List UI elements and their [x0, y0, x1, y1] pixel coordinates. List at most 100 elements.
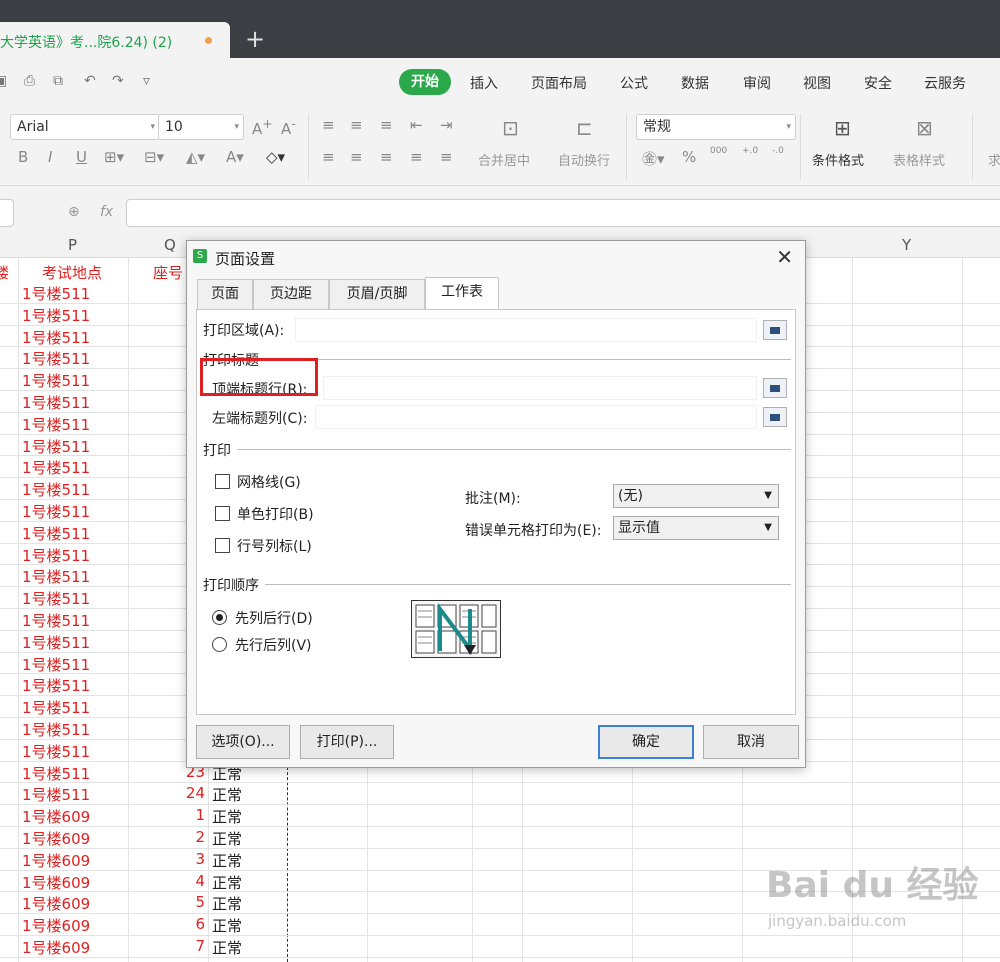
menu-review[interactable]: 审阅	[743, 73, 771, 93]
undo-icon[interactable]: ↶	[84, 73, 96, 89]
cell-exam-location[interactable]: 1号楼511	[22, 675, 90, 696]
cell-exam-location[interactable]: 1号楼609	[22, 937, 90, 958]
quick-access-more-icon[interactable]: ▿	[143, 73, 150, 89]
close-icon[interactable]: ✕	[776, 245, 793, 269]
cell-exam-location[interactable]: 1号楼609	[22, 806, 90, 827]
currency-icon[interactable]: ㊎▾	[642, 148, 665, 169]
cell-exam-location[interactable]: 1号楼511	[22, 523, 90, 544]
decrease-font-icon[interactable]: A-	[281, 116, 296, 138]
cell-status[interactable]: 正常	[212, 893, 242, 914]
cell-exam-location[interactable]: 1号楼511	[22, 327, 90, 348]
column-header-q[interactable]: Q	[164, 236, 176, 254]
thousands-separator-icon[interactable]: 000	[710, 146, 727, 156]
cell-exam-location[interactable]: 1号楼511	[22, 632, 90, 653]
italic-button[interactable]: I	[48, 148, 52, 166]
fx-icon[interactable]: fx	[100, 204, 113, 220]
header-cell-exam-location[interactable]: 考试地点	[42, 262, 102, 283]
cell-exam-location[interactable]: 1号楼511	[22, 719, 90, 740]
decrease-decimal-icon[interactable]: -.0	[772, 146, 784, 156]
cell-exam-location[interactable]: 1号楼511	[22, 392, 90, 413]
cell-exam-location[interactable]: 1号楼511	[22, 545, 90, 566]
cell-status[interactable]: 正常	[212, 850, 242, 871]
merge-center-button[interactable]: 合并居中	[478, 150, 530, 169]
cell-exam-location[interactable]: 1号楼511	[22, 348, 90, 369]
increase-font-icon[interactable]: A+	[252, 116, 273, 138]
error-cells-select[interactable]: 显示值 ▼	[613, 516, 779, 540]
conditional-format-button[interactable]: 条件格式	[812, 150, 864, 169]
cell-status[interactable]: 正常	[212, 872, 242, 893]
cell-exam-location[interactable]: 1号楼511	[22, 763, 90, 784]
cell-exam-location[interactable]: 1号楼511	[22, 588, 90, 609]
range-picker-icon[interactable]	[763, 320, 787, 340]
sum-button[interactable]: 求	[988, 150, 1000, 169]
document-tab[interactable]: 大学英语》考...院6.24) (2)	[0, 22, 230, 58]
cell-exam-location[interactable]: 1号楼609	[22, 872, 90, 893]
cell-seat-number[interactable]: 5	[155, 893, 205, 911]
print-area-input[interactable]	[295, 318, 757, 342]
cell-seat-number[interactable]: 1	[155, 806, 205, 824]
align-right-icon[interactable]: ≡	[380, 148, 393, 166]
new-tab-button[interactable]: +	[245, 27, 265, 51]
cancel-button[interactable]: 取消	[703, 725, 799, 759]
print-icon[interactable]: ⎙	[24, 73, 35, 89]
font-color-icon[interactable]: A▾	[226, 148, 244, 166]
top-rows-input[interactable]	[323, 376, 757, 400]
cell-status[interactable]: 正常	[212, 806, 242, 827]
redo-icon[interactable]: ↷	[112, 73, 124, 89]
cell-exam-location[interactable]: 1号楼609	[22, 915, 90, 936]
wrap-text-icon[interactable]: ⊏	[576, 116, 593, 140]
column-header-y[interactable]: Y	[902, 236, 911, 254]
font-name-select[interactable]: Arial ▾	[10, 114, 160, 140]
underline-button[interactable]: U	[76, 148, 87, 166]
cell-status[interactable]: 正常	[212, 915, 242, 936]
cell-seat-number[interactable]: 2	[155, 828, 205, 846]
distribute-icon[interactable]: ≡	[440, 148, 453, 166]
cell-status[interactable]: 正常	[212, 937, 242, 958]
increase-decimal-icon[interactable]: +.0	[742, 146, 758, 156]
indent-increase-icon[interactable]: ⇥	[440, 116, 453, 134]
cell-status[interactable]: 正常	[212, 828, 242, 849]
cell-exam-location[interactable]: 1号楼511	[22, 654, 90, 675]
cell-exam-location[interactable]: 1号楼609	[22, 850, 90, 871]
cell-exam-location[interactable]: 1号楼511	[22, 741, 90, 762]
gridlines-checkbox[interactable]	[215, 474, 230, 489]
options-button[interactable]: 选项(O)...	[196, 725, 290, 759]
cell-seat-number[interactable]: 24	[155, 784, 205, 802]
fill-color-icon[interactable]: ◭▾	[186, 148, 205, 166]
header-cell-seat[interactable]: 座号	[153, 262, 183, 283]
cell-seat-number[interactable]: 6	[155, 915, 205, 933]
menu-data[interactable]: 数据	[681, 73, 709, 93]
print-preview-icon[interactable]: ⧉	[53, 73, 63, 89]
cell-exam-location[interactable]: 1号楼511	[22, 436, 90, 457]
cell-exam-location[interactable]: 1号楼609	[22, 828, 90, 849]
cell-exam-location[interactable]: 1号楼511	[22, 566, 90, 587]
justify-icon[interactable]: ≡	[410, 148, 423, 166]
merge-center-icon[interactable]: ⊡	[502, 116, 519, 140]
table-style-icon[interactable]: ⊠	[916, 116, 933, 140]
percent-button[interactable]: %	[682, 148, 696, 166]
menu-view[interactable]: 视图	[803, 73, 831, 93]
table-style-button[interactable]: 表格样式	[893, 150, 945, 169]
zoom-formula-icon[interactable]: ⊕	[68, 204, 80, 220]
name-box[interactable]	[0, 199, 14, 227]
column-header-p[interactable]: P	[68, 236, 77, 254]
indent-decrease-icon[interactable]: ⇤	[410, 116, 423, 134]
print-button[interactable]: 打印(P)...	[300, 725, 394, 759]
align-left-icon[interactable]: ≡	[322, 148, 335, 166]
ok-button[interactable]: 确定	[598, 725, 694, 759]
cell-exam-location[interactable]: 1号楼511	[22, 305, 90, 326]
cell-status[interactable]: 正常	[212, 784, 242, 805]
down-then-over-radio[interactable]	[212, 610, 227, 625]
bold-button[interactable]: B	[18, 148, 28, 166]
cell-seat-number[interactable]: 4	[155, 872, 205, 890]
cell-exam-location[interactable]: 1号楼511	[22, 479, 90, 500]
cell-exam-location[interactable]: 1号楼511	[22, 414, 90, 435]
cell-exam-location[interactable]: 1号楼511	[22, 370, 90, 391]
comments-select[interactable]: (无) ▼	[613, 484, 779, 508]
cell-exam-location[interactable]: 1号楼609	[22, 893, 90, 914]
align-center-icon[interactable]: ≡	[350, 148, 363, 166]
wrap-text-button[interactable]: 自动换行	[558, 150, 610, 169]
clear-format-icon[interactable]: ◇▾	[266, 148, 285, 166]
border-icon[interactable]: ⊞▾	[104, 148, 124, 166]
font-size-select[interactable]: 10 ▾	[158, 114, 244, 140]
